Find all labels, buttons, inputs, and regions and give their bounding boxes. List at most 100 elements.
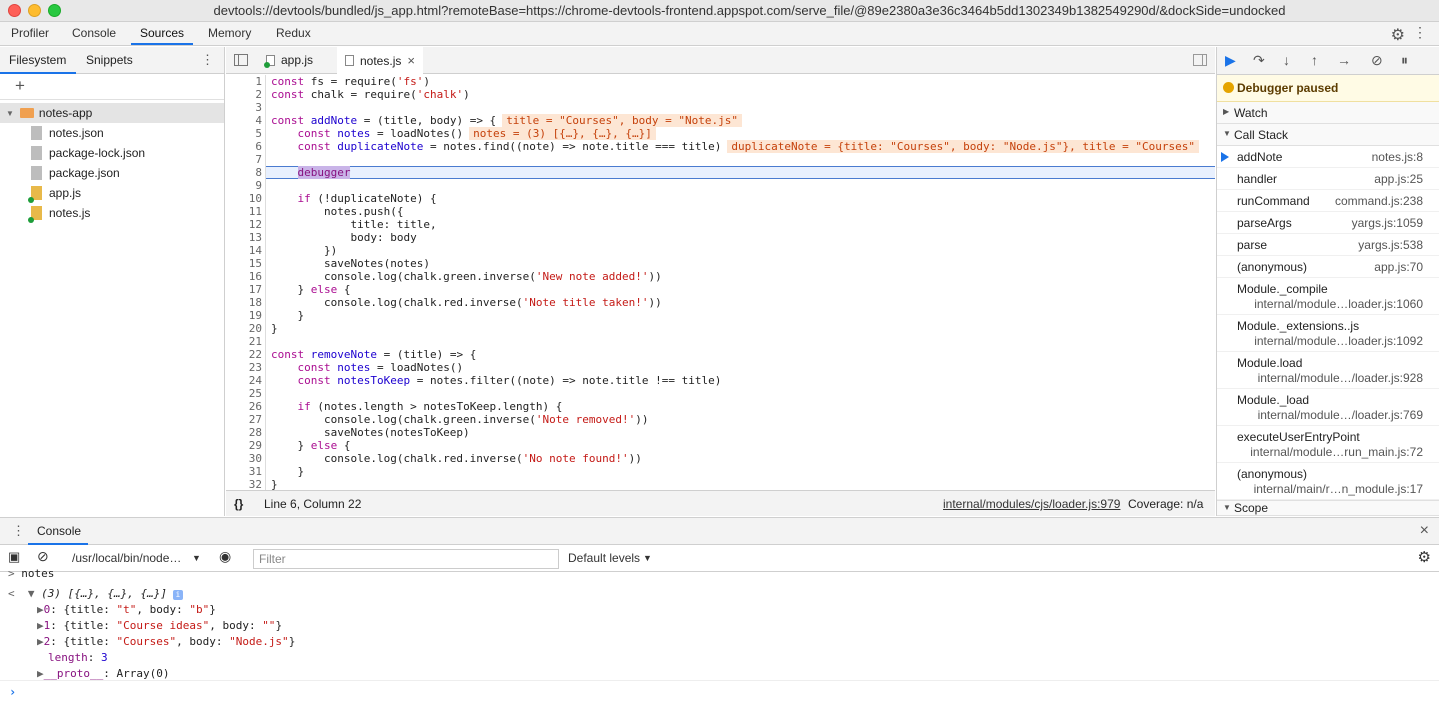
pause-on-exceptions-icon[interactable]: ⏸ [1401, 52, 1408, 69]
pretty-print-icon[interactable]: {} [234, 497, 243, 511]
tree-file-notes-js[interactable]: notes.js [28, 203, 90, 223]
line-number-gutter[interactable]: 1 2 3 4 5 6 7 8 9 10 11 12 13 14 15 16 17 18 19 20 21 22 23 24 2… [226, 75, 266, 490]
tree-file-package-json[interactable]: package.json [31, 163, 120, 183]
step-into-icon[interactable]: ↓ [1283, 52, 1290, 68]
call-frame[interactable]: Module._load internal/module…/loader.js:7… [1217, 389, 1439, 426]
line-number[interactable]: 17 [226, 283, 262, 296]
navigator-more-icon[interactable]: ⋮ [201, 52, 214, 68]
line-number[interactable]: 27 [226, 413, 262, 426]
call-frame[interactable]: Module._extensions..js internal/module…lo… [1217, 315, 1439, 352]
line-number[interactable]: 26 [226, 400, 262, 413]
line-number[interactable]: 2 [226, 88, 262, 101]
clear-console-icon[interactable]: ⊘ [37, 548, 49, 565]
line-number[interactable]: 18 [226, 296, 262, 309]
toggle-debugger-icon[interactable] [1193, 54, 1207, 66]
add-folder-icon[interactable]: + [15, 76, 25, 96]
console-settings-gear-icon[interactable]: ⚙ [1418, 548, 1431, 566]
toggle-navigator-icon[interactable] [234, 54, 248, 66]
log-levels-dropdown[interactable]: Default levels [568, 551, 640, 565]
line-number[interactable]: 30 [226, 452, 262, 465]
callstack-section-header[interactable]: ▼ Call Stack [1217, 124, 1439, 146]
show-sidebar-icon[interactable]: ▣ [8, 549, 20, 565]
code-area[interactable]: 1 2 3 4 5 6 7 8 9 10 11 12 13 14 15 16 17 18 19 20 21 22 23 24 2… [226, 75, 1215, 490]
watch-section-header[interactable]: ▶ Watch [1217, 102, 1439, 124]
close-tab-icon[interactable]: × [407, 53, 415, 68]
line-number[interactable]: 4 [226, 114, 262, 127]
tree-folder-notes-app[interactable]: ▼ notes-app [0, 103, 224, 123]
tab-snippets[interactable]: Snippets [86, 53, 133, 67]
line-number[interactable]: 1 [226, 75, 262, 88]
line-number[interactable]: 25 [226, 387, 262, 400]
console-output[interactable]: > notes < ▼ (3) [{…}, {…}, {…}] i ▶0: {ti… [0, 567, 1439, 713]
settings-gear-icon[interactable]: ⚙ [1391, 25, 1405, 45]
line-number[interactable]: 15 [226, 257, 262, 270]
line-number[interactable]: 11 [226, 205, 262, 218]
call-frame[interactable]: parse yargs.js:538 [1217, 234, 1439, 256]
drawer-more-icon[interactable]: ⋮ [12, 523, 25, 539]
line-number[interactable]: 24 [226, 374, 262, 387]
line-number[interactable]: 10 [226, 192, 262, 205]
call-frame[interactable]: (anonymous) app.js:70 [1217, 256, 1439, 278]
editor-tab-notes-js[interactable]: notes.js × [337, 47, 423, 74]
scope-section-header[interactable]: ▼ Scope [1217, 500, 1439, 516]
tree-file-package-lock-json[interactable]: package-lock.json [31, 143, 145, 163]
resume-icon[interactable]: ▶ [1225, 52, 1236, 69]
line-number[interactable]: 8 [226, 166, 262, 179]
tree-file-notes-json[interactable]: notes.json [31, 123, 104, 143]
console-prompt-line[interactable]: › [0, 680, 1439, 704]
close-drawer-icon[interactable]: × [1420, 522, 1429, 540]
tab-console[interactable]: Console [72, 26, 116, 40]
editor-tab-app-js[interactable]: app.js [264, 53, 313, 68]
line-number[interactable]: 7 [226, 153, 262, 166]
call-frame[interactable]: runCommand command.js:238 [1217, 190, 1439, 212]
array-entry-0[interactable]: ▶0: {title: "t", body: "b"} [37, 602, 216, 618]
tab-redux[interactable]: Redux [276, 26, 311, 40]
tab-profiler[interactable]: Profiler [11, 26, 49, 40]
line-number[interactable]: 19 [226, 309, 262, 322]
eye-icon[interactable]: ◉ [219, 548, 231, 565]
line-number[interactable]: 23 [226, 361, 262, 374]
line-number[interactable]: 3 [226, 101, 262, 114]
console-filter-input[interactable]: Filter [253, 549, 559, 569]
expand-arrow-icon[interactable]: ▼ [6, 109, 14, 118]
tab-filesystem[interactable]: Filesystem [9, 53, 66, 67]
tab-memory[interactable]: Memory [208, 26, 251, 40]
tree-file-app-js[interactable]: app.js [28, 183, 81, 203]
call-frame[interactable]: Module.load internal/module…/loader.js:92… [1217, 352, 1439, 389]
line-number[interactable]: 6 [226, 140, 262, 153]
drawer-tab-console[interactable]: Console [37, 524, 81, 538]
call-frame[interactable]: executeUserEntryPoint internal/module…run… [1217, 426, 1439, 463]
context-selector[interactable]: /usr/local/bin/node… [72, 551, 181, 565]
line-number[interactable]: 29 [226, 439, 262, 452]
array-entry-1[interactable]: ▶1: {title: "Course ideas", body: ""} [37, 618, 282, 634]
line-number[interactable]: 28 [226, 426, 262, 439]
step-over-icon[interactable]: ↷ [1253, 52, 1265, 69]
line-number[interactable]: 14 [226, 244, 262, 257]
line-number[interactable]: 22 [226, 348, 262, 361]
line-number[interactable]: 5 [226, 127, 262, 140]
chevron-down-icon[interactable]: ▼ [643, 553, 652, 563]
call-frame[interactable]: (anonymous) internal/main/r…n_module.js:1… [1217, 463, 1439, 500]
line-number[interactable]: 21 [226, 335, 262, 348]
line-number[interactable]: 20 [226, 322, 262, 335]
call-frame[interactable]: addNote notes.js:8 [1217, 146, 1439, 168]
more-options-icon[interactable]: ⋮ [1413, 24, 1427, 41]
line-number[interactable]: 12 [226, 218, 262, 231]
call-frame[interactable]: handler app.js:25 [1217, 168, 1439, 190]
source-location-link[interactable]: internal/modules/cjs/loader.js:979 [943, 497, 1120, 511]
line-number[interactable]: 9 [226, 179, 262, 192]
array-entry-2[interactable]: ▶2: {title: "Courses", body: "Node.js"} [37, 634, 295, 650]
call-frame[interactable]: Module._compile internal/module…loader.js… [1217, 278, 1439, 315]
step-out-icon[interactable]: ↑ [1311, 52, 1318, 68]
expanded-arrow-icon: ▼ [1223, 129, 1231, 138]
chevron-down-icon[interactable]: ▼ [192, 553, 201, 563]
line-number[interactable]: 31 [226, 465, 262, 478]
console-result[interactable]: < ▼ (3) [{…}, {…}, {…}] i [8, 586, 183, 602]
call-frame[interactable]: parseArgs yargs.js:1059 [1217, 212, 1439, 234]
line-number[interactable]: 32 [226, 478, 262, 490]
line-number[interactable]: 16 [226, 270, 262, 283]
line-number[interactable]: 13 [226, 231, 262, 244]
tab-sources[interactable]: Sources [140, 26, 184, 40]
deactivate-breakpoints-icon[interactable]: ⊘ [1371, 52, 1383, 69]
step-icon[interactable]: → [1337, 52, 1351, 68]
